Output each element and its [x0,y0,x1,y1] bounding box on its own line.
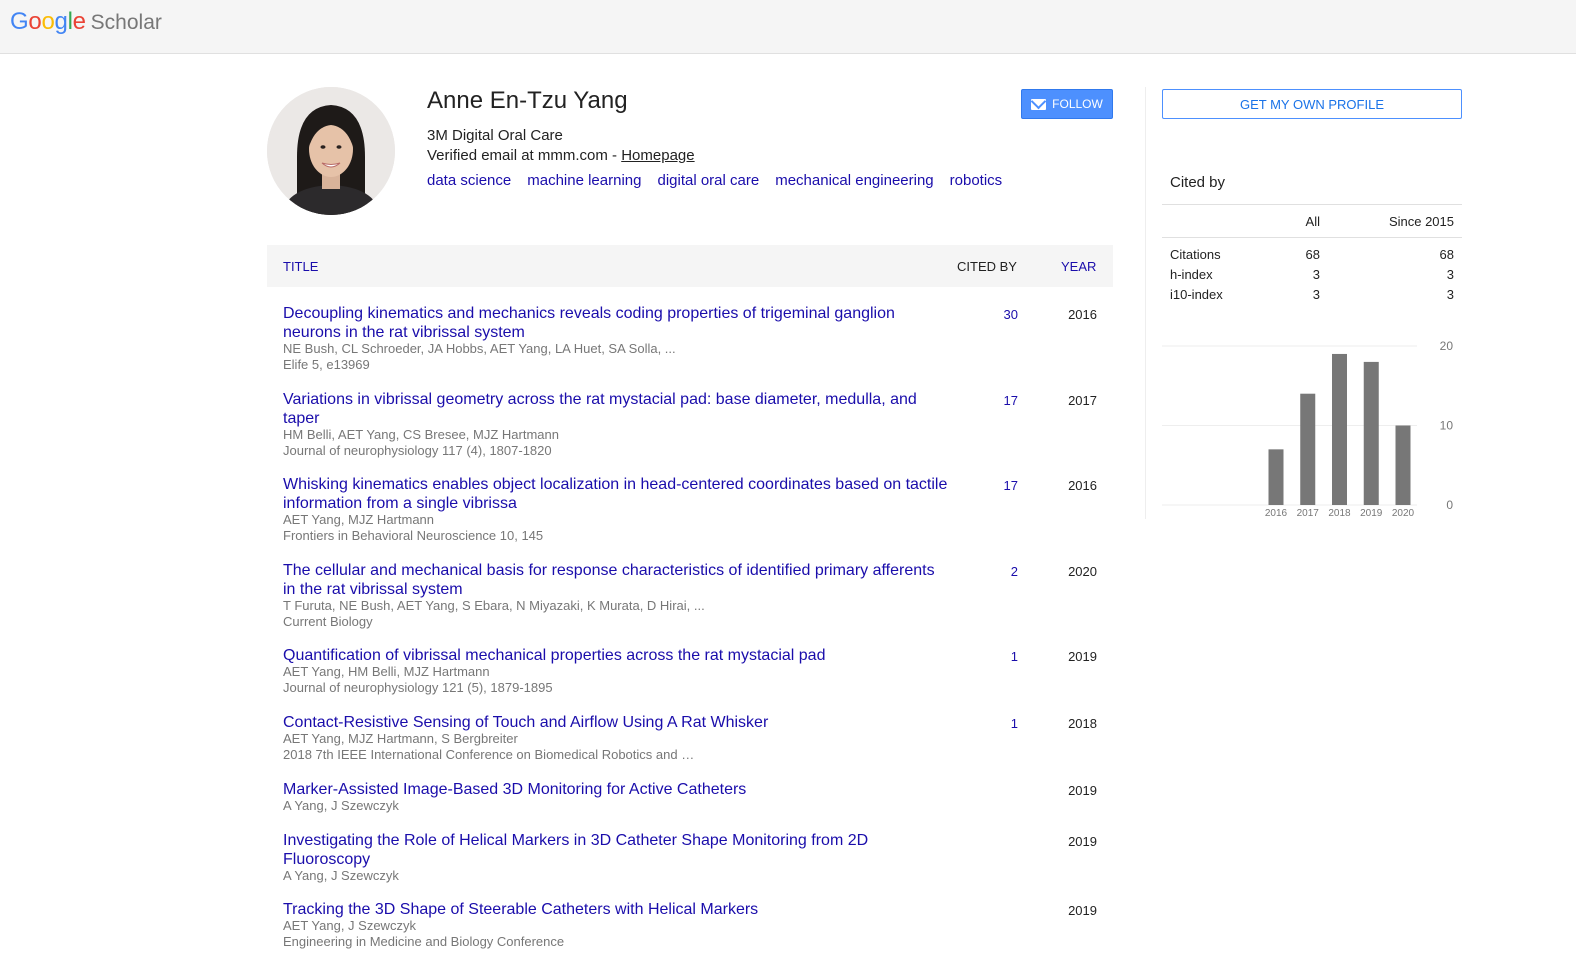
profile-avatar [267,87,395,215]
article-year: 2016 [1068,307,1097,322]
article-title-link[interactable]: The cellular and mechanical basis for re… [283,561,948,599]
citations-per-year-chart: 0 10 20 2016 2017 2018 2019 2020 [1162,335,1462,525]
citation-stats-table: All Since 2015 Citations 68 68 h-index 3… [1162,204,1462,305]
cited-by-heading: Cited by [1170,174,1226,191]
top-bar: Google Scholar [0,0,1576,54]
article-authors: AET Yang, HM Belli, MJZ Hartmann [283,664,490,679]
interest-link[interactable]: mechanical engineering [775,172,933,189]
stat-value-all: 68 [1305,247,1320,262]
stats-row-h-index: h-index 3 3 [1162,265,1462,285]
profile-email: Verified email at mmm.com - Homepage [427,147,695,164]
stat-value-since: 3 [1446,287,1454,302]
article-title-link[interactable]: Decoupling kinematics and mechanics reve… [283,304,948,342]
chart-x-tick-label: 2016 [1265,508,1288,519]
chart-bar-2016[interactable] [1268,449,1284,505]
article-authors: AET Yang, MJZ Hartmann [283,512,435,527]
article-title-link[interactable]: Investigating the Role of Helical Marker… [283,831,948,869]
interest-link[interactable]: digital oral care [657,172,759,189]
citation-count-link[interactable]: 1 [947,649,1018,664]
stat-label[interactable]: Citations [1170,247,1221,262]
article-authors: AET Yang, J Szewczyk [283,918,416,933]
chart-y-tick-label: 10 [1440,419,1454,433]
stats-row-citations: Citations 68 68 [1162,245,1462,265]
column-divider [1145,87,1146,519]
article-year: 2018 [1068,716,1097,731]
citations-bar-chart-svg: 0 10 20 2016 2017 2018 2019 2020 [1162,339,1454,519]
chart-x-tick-label: 2018 [1328,508,1351,519]
article-year: 2020 [1068,564,1097,579]
citation-count-link[interactable]: 2 [947,564,1018,579]
article-authors: T Furuta, NE Bush, AET Yang, S Ebara, N … [283,598,705,613]
get-my-own-profile-button[interactable]: GET MY OWN PROFILE [1162,89,1462,119]
stat-value-since: 68 [1439,247,1454,262]
google-scholar-logo[interactable]: Google Scholar [10,8,162,38]
article-title-link[interactable]: Whisking kinematics enables object local… [283,475,948,513]
article-authors: A Yang, J Szewczyk [283,868,399,883]
scholar-wordmark: Scholar [90,11,162,34]
article-venue: 2018 7th IEEE International Conference o… [283,747,695,762]
article-title-link[interactable]: Tracking the 3D Shape of Steerable Cathe… [283,900,948,919]
follow-button[interactable]: FOLLOW [1021,89,1113,119]
chart-bar-2019[interactable] [1363,361,1379,505]
interest-link[interactable]: machine learning [527,172,641,189]
citation-count-link[interactable]: 17 [947,393,1018,408]
article-year: 2019 [1068,834,1097,849]
chart-bar-2018[interactable] [1332,353,1347,505]
chart-x-tick-label: 2019 [1360,508,1383,519]
cited-by-header: CITED BY [957,259,1017,274]
article-year: 2017 [1068,393,1097,408]
article-venue: Engineering in Medicine and Biology Conf… [283,934,565,949]
stats-col-all: All [1305,214,1320,229]
stat-value-since: 3 [1446,267,1454,282]
stat-value-all: 3 [1312,287,1320,302]
homepage-link[interactable]: Homepage [621,147,694,164]
stats-row-i10-index: i10-index 3 3 [1162,285,1462,305]
article-venue: Frontiers in Behavioral Neuroscience 10,… [283,528,544,543]
chart-bar-2017[interactable] [1300,393,1316,505]
article-authors: AET Yang, MJZ Hartmann, S Bergbreiter [283,731,518,746]
article-authors: NE Bush, CL Schroeder, JA Hobbs, AET Yan… [283,341,676,356]
profile-affiliation: 3M Digital Oral Care [427,127,563,144]
article-venue: Journal of neurophysiology 117 (4), 1807… [283,443,552,458]
stat-label[interactable]: h-index [1170,267,1213,282]
stat-label[interactable]: i10-index [1170,287,1223,302]
chart-y-tick-label: 0 [1446,498,1453,512]
article-title-link[interactable]: Quantification of vibrissal mechanical p… [283,646,948,665]
interest-link[interactable]: data science [427,172,511,189]
article-authors: HM Belli, AET Yang, CS Bresee, MJZ Hartm… [283,427,559,442]
articles-table-header: TITLE CITED BY YEAR [267,245,1113,287]
article-year: 2016 [1068,478,1097,493]
chart-bar-2020[interactable] [1395,425,1411,506]
citation-count-link[interactable]: 1 [947,716,1018,731]
sort-by-title-header[interactable]: TITLE [283,259,318,274]
article-title-link[interactable]: Marker-Assisted Image-Based 3D Monitorin… [283,780,948,799]
email-text: Verified email at mmm.com - [427,147,622,164]
stats-col-since: Since 2015 [1388,214,1454,229]
interest-link[interactable]: robotics [950,172,1003,189]
google-wordmark: Google [10,8,86,35]
article-title-link[interactable]: Contact-Resistive Sensing of Touch and A… [283,713,948,732]
mail-icon [1031,98,1047,110]
article-year: 2019 [1068,649,1097,664]
citation-count-link[interactable]: 17 [947,478,1018,493]
stat-value-all: 3 [1312,267,1320,282]
chart-x-tick-label: 2017 [1297,508,1320,519]
profile-name: Anne En-Tzu Yang [427,87,628,114]
chart-y-tick-label: 20 [1440,339,1454,353]
article-authors: A Yang, J Szewczyk [283,798,399,813]
chart-x-tick-label: 2020 [1392,508,1415,519]
article-venue: Journal of neurophysiology 121 (5), 1879… [283,680,553,695]
stats-header-row: All Since 2015 [1162,204,1462,238]
article-year: 2019 [1068,903,1097,918]
sort-by-year-header[interactable]: YEAR [1061,259,1096,274]
citation-count-link[interactable]: 30 [947,307,1018,322]
follow-label: FOLLOW [1052,97,1103,111]
research-interests: data science machine learning digital or… [427,172,1002,189]
article-year: 2019 [1068,783,1097,798]
article-title-link[interactable]: Variations in vibrissal geometry across … [283,390,948,428]
article-venue: Elife 5, e13969 [283,357,370,372]
article-venue: Current Biology [283,614,373,629]
